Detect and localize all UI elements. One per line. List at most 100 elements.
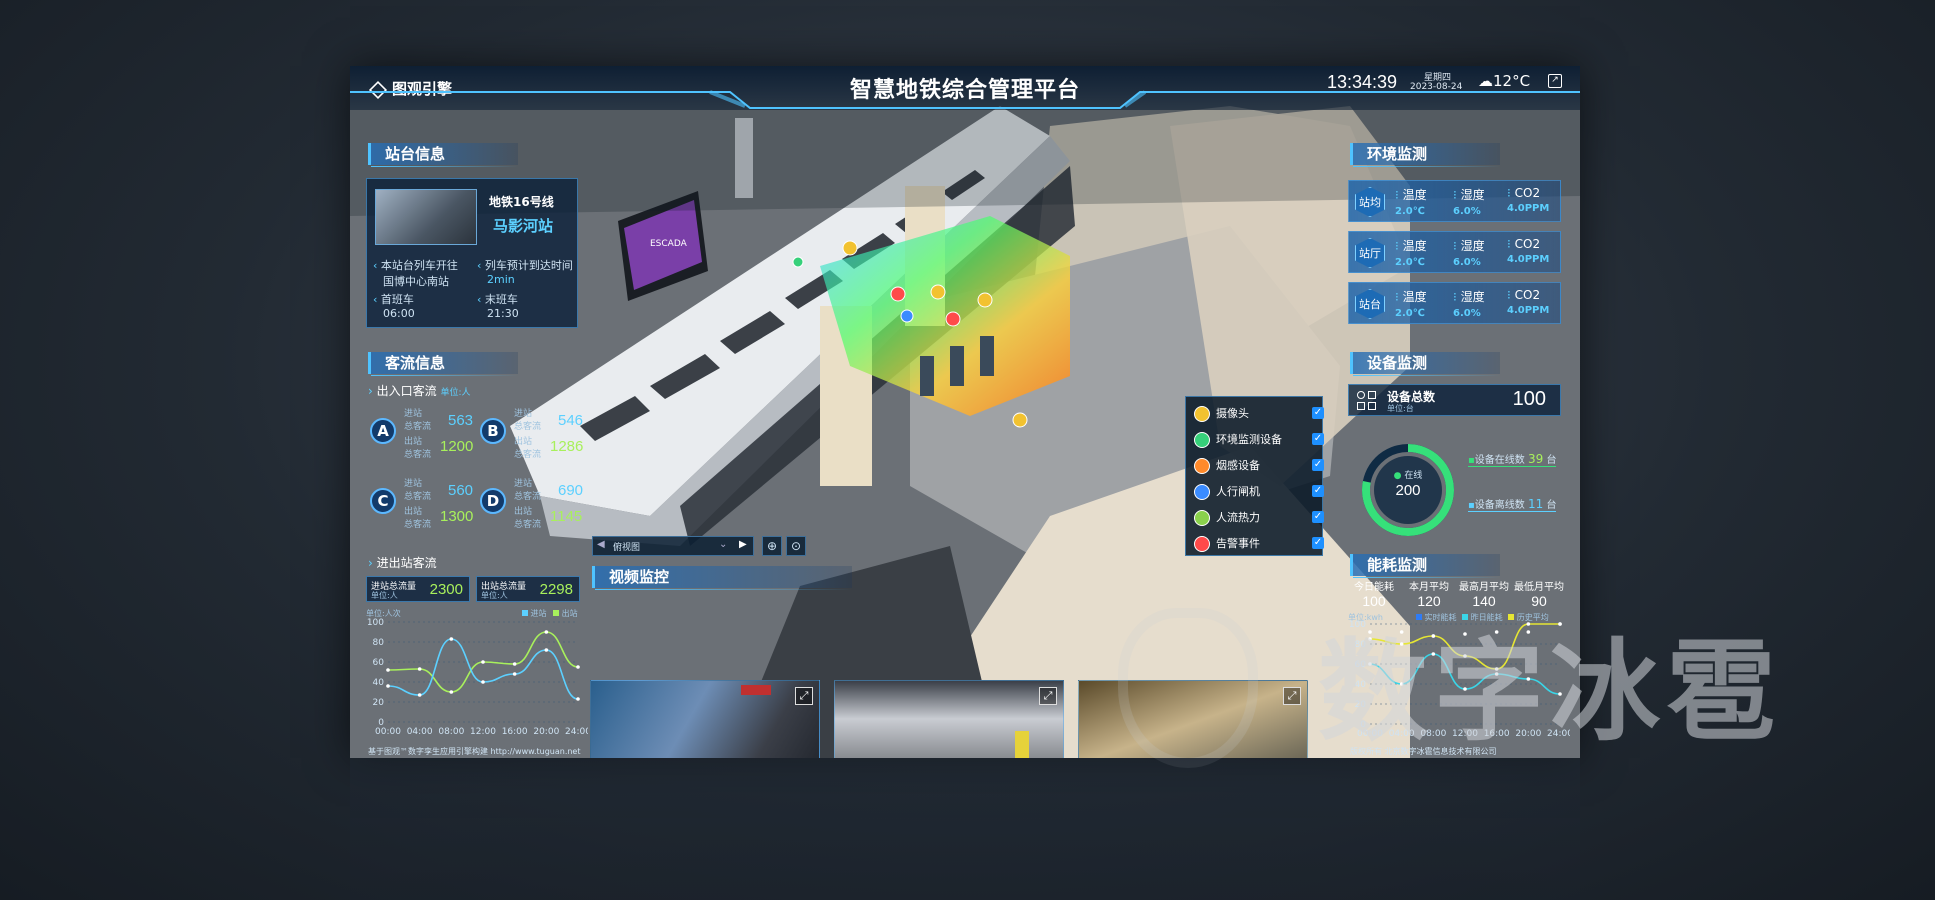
layer-checkbox[interactable]: ✓ [1312,459,1324,471]
temp-cell: ⁝ 温度 2.0℃ [1395,239,1427,268]
view-control-bar[interactable]: ◀ 俯视图 ⌄ ▶ [592,536,754,556]
passenger-chart-x-tick: 24:00 [565,727,588,737]
expand-icon[interactable]: ⤢ [795,687,813,705]
exit-icon[interactable]: ↗ [1548,74,1562,88]
layer-label: 环境监测设备 [1216,433,1282,446]
layer-label: 烟感设备 [1216,459,1260,472]
energy-stats: 今日能耗 100 本月平均 120 最高月平均 140 最低月平均 90 [1346,578,1566,614]
layer-checkbox[interactable]: ✓ [1312,407,1324,419]
video-title: 视频监控 [592,566,852,590]
layer-item[interactable]: 告警事件 ✓ [1194,535,1324,555]
view-next-icon[interactable]: ▶ [739,539,747,550]
energy-chart-point [1431,652,1436,656]
humidity-cell: ⁝ 湿度 6.0% [1453,188,1485,217]
last-train-value: 21:30 [487,307,519,320]
energy-stat-label: 最高月平均 [1459,582,1509,593]
device-title: 设备监测 [1350,352,1500,376]
layer-checkbox[interactable]: ✓ [1312,537,1324,549]
layer-item[interactable]: 摄像头 ✓ [1194,405,1324,425]
humidity-cell: ⁝ 湿度 6.0% [1453,290,1485,319]
gate-c-out-label: 出站 总客流 [404,507,432,530]
passenger-chart-panel: 单位:人次 进站 出站 0 20 40 60 80 100 00:00 04:00 08:00 1… [362,606,588,746]
passenger-chart-point [512,662,517,666]
in-total-unit: 单位:人 [371,591,398,600]
layer-checkbox[interactable]: ✓ [1312,433,1324,445]
energy-chart-y-tick: 40 [1355,680,1367,690]
device-total-value: 100 [1512,388,1546,410]
passenger-chart-point [386,668,390,672]
co2-cell: ⁝ CO2 4.0PPM [1507,237,1550,265]
energy-chart-point [1526,677,1531,681]
alarm-icon [1194,536,1210,552]
layer-item[interactable]: 人流热力 ✓ [1194,509,1324,529]
passenger-chart-x-tick: 08:00 [438,727,464,737]
camera-icon [1194,406,1210,422]
energy-stat-value: 140 [1472,593,1496,609]
direction-label: ‹ 本站台列车开往 [373,259,458,272]
station-info-card: 地铁16号线 马影河站 ‹ 本站台列车开往 国博中心南站 ‹ 列车预计到达时间 … [366,178,578,328]
energy-chart-point [1368,662,1372,666]
view-dropdown-icon[interactable]: ⌄ [719,539,727,550]
passenger-chart-point [386,684,390,688]
locate-icon[interactable]: ⊕ [762,536,782,556]
energy-chart-point [1494,667,1499,671]
layer-item[interactable]: 烟感设备 ✓ [1194,457,1324,477]
last-train-label: ‹ 末班车 [477,293,518,306]
view-prev-icon[interactable]: ◀ [597,539,605,550]
gate-a-out-label: 出站 总客流 [404,437,432,460]
layer-label: 人流热力 [1216,511,1260,524]
ring-label: ● 在线 [1393,471,1423,481]
device-grid-icon [1357,391,1377,411]
expand-icon[interactable]: ⤢ [1039,687,1057,705]
energy-stat: 最低月平均 90 [1511,578,1567,609]
energy-chart-point [1463,632,1467,636]
video-1-sign [741,685,771,695]
passenger-chart-point [576,697,580,701]
direction-value: 国博中心南站 [383,275,449,288]
first-train-value: 06:00 [383,307,415,320]
station-info-title: 站台信息 [368,143,518,167]
out-total-unit: 单位:人 [481,591,508,600]
device-total-unit: 单位:台 [1387,404,1414,413]
layer-item[interactable]: 环境监测设备 ✓ [1194,431,1324,451]
dashboard-screen: ESCADA 图观引擎 智慧地铁综合管理平台 13:34:39 星期四 2023… [350,66,1580,758]
energy-chart-point [1558,622,1562,626]
layer-checkbox[interactable]: ✓ [1312,511,1324,523]
passenger-chart-y-tick: 80 [373,638,385,648]
video-feed-2[interactable]: ⤢ [834,680,1064,758]
offline-count: ▪设备离线数 11 台 [1468,497,1557,512]
in-total-box: 进站总流量 单位:人 2300 [366,576,470,602]
energy-chart-point [1431,634,1436,638]
passenger-chart-point [481,660,485,664]
layer-label: 摄像头 [1216,407,1249,420]
expand-icon[interactable]: ⤢ [1283,687,1301,705]
env-row: 站台 ⁝ 温度 2.0℃ ⁝ 湿度 6.0% ⁝ CO2 4.0PPM [1348,282,1561,324]
layer-item[interactable]: 人行闸机 ✓ [1194,483,1324,503]
gate-d-in: 690 [558,482,584,499]
gate-d-in-label: 进站 总客流 [514,479,542,502]
env-row: 站均 ⁝ 温度 2.0℃ ⁝ 湿度 6.0% ⁝ CO2 4.0PPM [1348,180,1561,222]
energy-chart-point [1494,672,1499,676]
gate-a-out: 1200 [440,438,474,455]
zoom-icon[interactable]: ⊙ [786,536,806,556]
gate-b-out-label: 出站 总客流 [514,437,542,460]
energy-chart-x-tick: 00:00 [1357,729,1383,739]
passenger-chart-x-tick: 16:00 [502,727,528,737]
gate-flow-subtitle: › 出入口客流 单位:人 [368,384,471,398]
svg-text:ESCADA: ESCADA [650,239,688,249]
energy-chart-x-tick: 04:00 [1389,729,1415,739]
energy-stat-value: 100 [1362,593,1386,609]
gate-d-out: 1145 [550,508,583,525]
gate-c-badge: C [370,488,396,514]
passenger-chart-x-tick: 00:00 [375,727,401,737]
video-feed-1[interactable]: ⤢ [590,680,820,758]
passenger-chart-point [417,693,422,697]
online-count: ▪设备在线数 39 台 [1468,452,1557,467]
env-zone-badge: 站台 [1355,289,1385,319]
layer-label: 人行闸机 [1216,485,1260,498]
passenger-chart-point [576,665,580,669]
gate-c-out: 1300 [440,508,474,525]
video-feed-3[interactable]: ⤢ [1078,680,1308,758]
energy-chart-point [1494,630,1499,634]
layer-checkbox[interactable]: ✓ [1312,485,1324,497]
